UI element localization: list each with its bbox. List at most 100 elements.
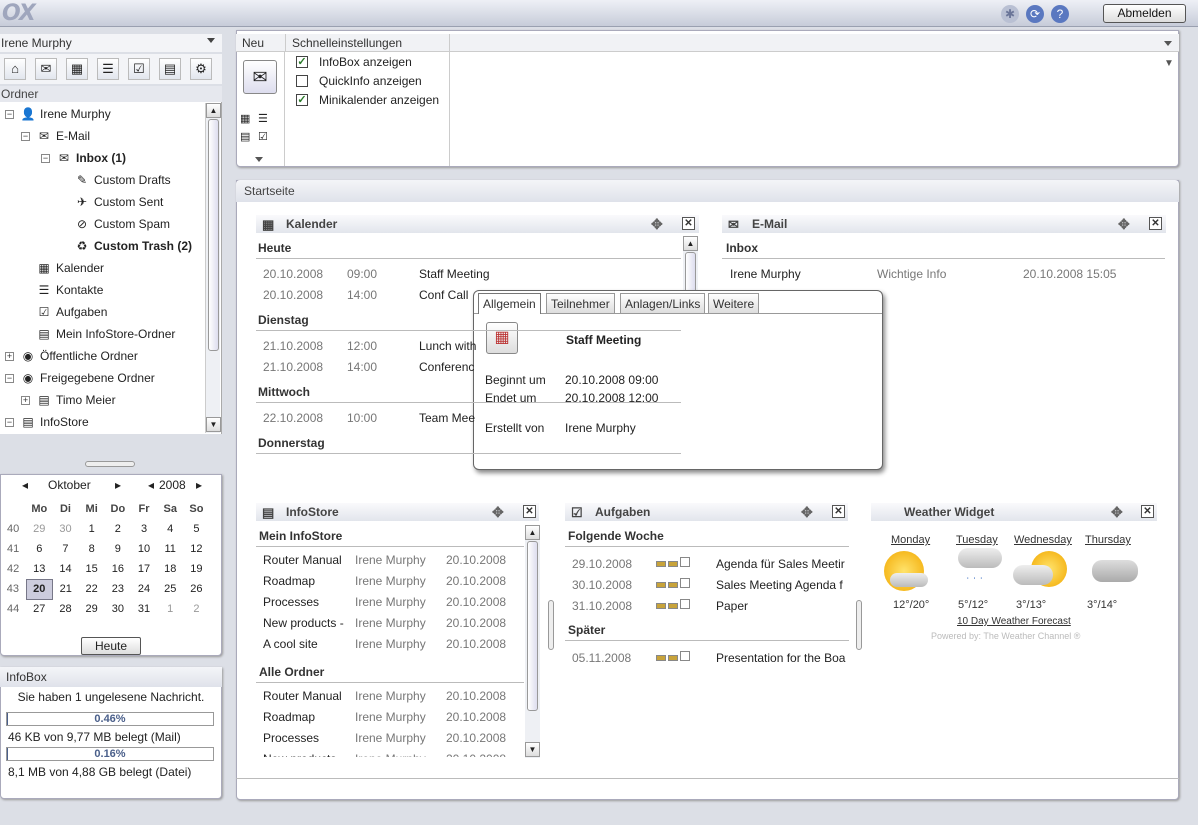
document-row[interactable]: Roadmap Irene Murphy 20.10.2008 xyxy=(263,572,523,590)
task-row[interactable]: 05.11.2008 Presentation for the Boa xyxy=(572,649,848,667)
move-icon[interactable]: ✥ xyxy=(801,503,813,521)
calendar-day[interactable]: 14 xyxy=(52,559,78,579)
scroll-up-button[interactable]: ▲ xyxy=(525,525,540,540)
tree-item[interactable]: ▤ Timo Meier xyxy=(36,391,115,409)
calendar-day[interactable]: 28 xyxy=(52,599,78,619)
column-splitter[interactable] xyxy=(856,600,862,650)
expand-toggle[interactable]: − xyxy=(21,132,30,141)
quick-setting-checkbox[interactable]: ✓ xyxy=(296,56,308,68)
quick-setting-checkbox[interactable]: ✓ xyxy=(296,94,308,106)
new-mail-icon[interactable]: ✉ xyxy=(243,60,277,94)
collapse-icon[interactable] xyxy=(1164,41,1172,46)
close-icon[interactable]: ✕ xyxy=(832,505,845,518)
more-icon[interactable] xyxy=(255,157,263,162)
scroll-thumb[interactable] xyxy=(527,541,538,711)
appointment-row[interactable]: 21.10.2008 12:00 Lunch with xyxy=(263,337,673,355)
contacts-icon[interactable]: ☰ xyxy=(97,58,119,80)
refresh-icon[interactable]: ⟳ xyxy=(1026,5,1044,23)
prev-month-icon[interactable]: ◂ xyxy=(22,474,28,496)
tree-item[interactable]: ◉ Freigegebene Ordner xyxy=(20,369,155,387)
calendar-day[interactable]: 30 xyxy=(52,519,78,539)
move-icon[interactable]: ✥ xyxy=(651,215,663,233)
panel-splitter[interactable] xyxy=(85,461,135,467)
today-button[interactable]: Heute xyxy=(81,637,141,655)
document-row[interactable]: New products - Irene Murphy 20.10.2008 xyxy=(263,614,523,632)
settings-icon[interactable]: ⚙ xyxy=(190,58,212,80)
calendar-day[interactable]: 22 xyxy=(79,579,105,599)
calendar-day[interactable]: 10 xyxy=(131,539,157,559)
expand-toggle[interactable]: − xyxy=(41,154,50,163)
mail-icon[interactable]: ✉ xyxy=(35,58,57,80)
next-year-icon[interactable]: ▸ xyxy=(196,474,202,496)
tree-item[interactable]: ▤ Mein InfoStore-Ordner xyxy=(36,325,175,343)
calendar-day[interactable]: 31 xyxy=(131,599,157,619)
task-row[interactable]: 29.10.2008 Agenda für Sales Meetir xyxy=(572,555,848,573)
logout-button[interactable]: Abmelden xyxy=(1103,4,1186,23)
calendar-day[interactable]: 27 xyxy=(26,599,52,619)
calendar-day[interactable]: 3 xyxy=(131,519,157,539)
calendar-day[interactable]: 15 xyxy=(79,559,105,579)
week-number[interactable]: 43 xyxy=(0,579,26,599)
weather-day[interactable]: Thursday xyxy=(1085,534,1131,546)
infostore-icon[interactable]: ▤ xyxy=(159,58,181,80)
tree-item[interactable]: ▦ Kalender xyxy=(36,259,104,277)
week-number[interactable]: 44 xyxy=(0,599,26,619)
document-row[interactable]: Roadmap Irene Murphy 20.10.2008 xyxy=(263,708,523,726)
home-icon[interactable]: ⌂ xyxy=(4,58,26,80)
document-row[interactable]: Processes Irene Murphy 20.10.2008 xyxy=(263,729,523,747)
calendar-day[interactable]: 5 xyxy=(183,519,209,539)
close-icon[interactable]: ✕ xyxy=(682,217,695,230)
appointment-row[interactable]: 21.10.2008 14:00 Conferenc xyxy=(263,358,673,376)
tree-item[interactable]: ◉ Öffentliche Ordner xyxy=(20,347,138,365)
scroll-up-button[interactable]: ▲ xyxy=(206,103,221,118)
calendar-icon[interactable]: ▦ xyxy=(66,58,88,80)
calendar-day[interactable]: 11 xyxy=(157,539,183,559)
calendar-day[interactable]: 16 xyxy=(105,559,131,579)
tree-item[interactable]: ☑ Aufgaben xyxy=(36,303,108,321)
scroll-down-button[interactable]: ▼ xyxy=(206,417,221,432)
folder-tree-scrollbar[interactable]: ▲ ▼ xyxy=(205,103,221,433)
task-row[interactable]: 30.10.2008 Sales Meeting Agenda f xyxy=(572,576,848,594)
calendar-day[interactable]: 8 xyxy=(79,539,105,559)
kalender-widget-header[interactable]: ▦ Kalender ✥ ✕ xyxy=(256,215,699,233)
calendar-day[interactable]: 6 xyxy=(26,539,52,559)
calendar-day[interactable]: 24 xyxy=(131,579,157,599)
help-icon[interactable]: ? xyxy=(1051,5,1069,23)
calendar-day[interactable]: 1 xyxy=(157,599,183,619)
document-row[interactable]: New products - Irene Murphy 20.10.2008 xyxy=(263,750,523,757)
tree-item[interactable]: 👤 Irene Murphy xyxy=(20,105,111,123)
calendar-day[interactable]: 19 xyxy=(183,559,209,579)
new-appointment-icon[interactable]: ▦ xyxy=(240,112,250,125)
calendar-day[interactable]: 18 xyxy=(157,559,183,579)
move-icon[interactable]: ✥ xyxy=(492,503,504,521)
close-icon[interactable]: ✕ xyxy=(523,505,536,518)
calendar-day[interactable]: 13 xyxy=(26,559,52,579)
calendar-day[interactable]: 29 xyxy=(79,599,105,619)
calendar-day[interactable]: 7 xyxy=(52,539,78,559)
email-widget-header[interactable]: ✉ E-Mail ✥ ✕ xyxy=(722,215,1166,233)
infostore-widget-header[interactable]: ▤ InfoStore ✥ ✕ xyxy=(256,503,539,521)
aufgaben-widget-header[interactable]: ☑ Aufgaben ✥ ✕ xyxy=(565,503,848,521)
next-month-icon[interactable]: ▸ xyxy=(115,474,121,496)
task-row[interactable]: 31.10.2008 Paper xyxy=(572,597,848,615)
expand-toggle[interactable]: − xyxy=(5,418,14,427)
calendar-day[interactable]: 25 xyxy=(157,579,183,599)
email-row[interactable]: Irene Murphy Wichtige Info 20.10.2008 15:0… xyxy=(730,265,1160,283)
document-row[interactable]: Processes Irene Murphy 20.10.2008 xyxy=(263,593,523,611)
tree-item[interactable]: ⊘ Custom Spam xyxy=(74,215,170,233)
user-selector[interactable]: Irene Murphy xyxy=(0,34,222,52)
expand-toggle[interactable]: − xyxy=(5,110,14,119)
document-row[interactable]: Router Manual Irene Murphy 20.10.2008 xyxy=(263,687,523,705)
scroll-down-button[interactable]: ▼ xyxy=(525,742,540,757)
tree-item[interactable]: ♻ Custom Trash (2) xyxy=(74,237,192,255)
scroll-thumb[interactable] xyxy=(208,119,219,351)
document-row[interactable]: Router Manual Irene Murphy 20.10.2008 xyxy=(263,551,523,569)
column-splitter[interactable] xyxy=(548,600,554,650)
new-contact-icon[interactable]: ☰ xyxy=(258,112,268,125)
chevron-down-icon[interactable] xyxy=(207,38,215,43)
calendar-day[interactable]: 29 xyxy=(26,519,52,539)
tree-item[interactable]: ✈ Custom Sent xyxy=(74,193,163,211)
new-document-icon[interactable]: ▤ xyxy=(240,130,250,143)
week-number[interactable]: 41 xyxy=(0,539,26,559)
tree-item[interactable]: ✉ E-Mail xyxy=(36,127,90,145)
